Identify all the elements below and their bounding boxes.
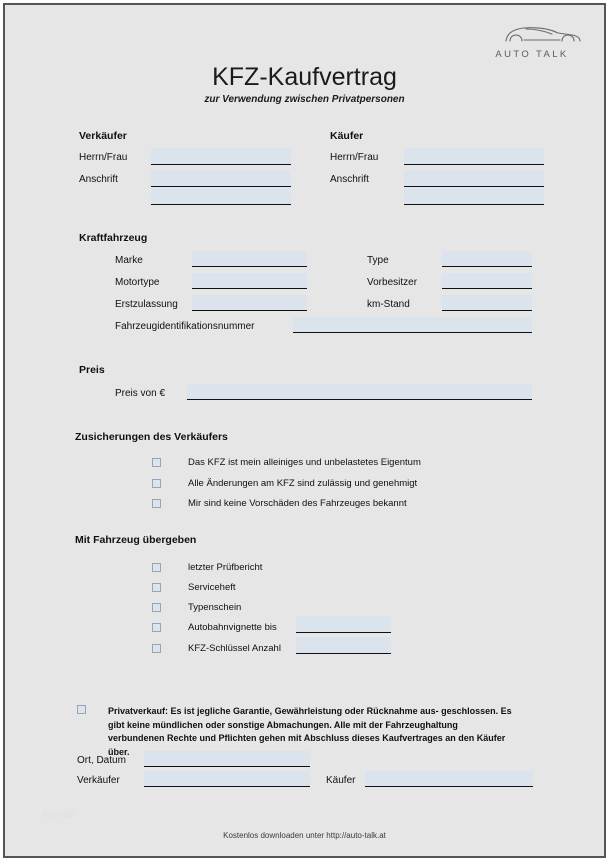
- document-page-frame: AUTO TALK KFZ-Kaufvertrag zur Verwendung…: [3, 3, 606, 858]
- vehicle-marke-input[interactable]: [192, 251, 307, 267]
- handover-label-4: KFZ-Schlüssel Anzahl: [188, 643, 281, 654]
- assurance-checkbox-0[interactable]: [152, 458, 161, 467]
- price-input[interactable]: [187, 384, 532, 400]
- handover-label-1: Serviceheft: [188, 582, 236, 593]
- vehicle-vin-label: Fahrzeugidentifikationsnummer: [115, 321, 255, 332]
- vehicle-motortype-input[interactable]: [192, 273, 307, 289]
- vehicle-type-input[interactable]: [442, 251, 532, 267]
- buyer-name-input[interactable]: [404, 148, 544, 165]
- price-heading: Preis: [79, 364, 105, 376]
- vehicle-vin-input[interactable]: [293, 317, 532, 333]
- handover-checkbox-4[interactable]: [152, 644, 161, 653]
- seller-name-input[interactable]: [151, 148, 291, 165]
- vehicle-type-label: Type: [367, 255, 389, 266]
- vehicle-motortype-label: Motortype: [115, 277, 160, 288]
- brand-name: AUTO TALK: [495, 49, 569, 60]
- handover-vignette-input[interactable]: [296, 616, 391, 633]
- document-sheet: AUTO TALK KFZ-Kaufvertrag zur Verwendung…: [5, 5, 604, 856]
- buyer-address-label: Anschrift: [330, 174, 369, 185]
- seller-address-line1-input[interactable]: [151, 170, 291, 187]
- handover-label-2: Typenschein: [188, 602, 242, 613]
- price-label: Preis von €: [115, 388, 166, 399]
- vehicle-vorbesitzer-label: Vorbesitzer: [367, 277, 418, 288]
- buyer-name-label: Herrn/Frau: [330, 152, 379, 163]
- assurance-label-2: Mir sind keine Vorschäden des Fahrzeuges…: [188, 498, 407, 509]
- place-date-label: Ort, Datum: [77, 755, 126, 766]
- seller-address-line2-input[interactable]: [151, 188, 291, 205]
- document-subtitle: zur Verwendung zwischen Privatpersonen: [204, 94, 405, 105]
- handover-keycount-input[interactable]: [296, 637, 391, 654]
- seller-address-label: Anschrift: [79, 174, 118, 185]
- buyer-address-line2-input[interactable]: [404, 188, 544, 205]
- buyer-signature-input[interactable]: [365, 771, 533, 787]
- page-watermark: eryweb: [43, 809, 76, 819]
- vehicle-marke-label: Marke: [115, 255, 143, 266]
- assurance-checkbox-1[interactable]: [152, 479, 161, 488]
- place-date-input[interactable]: [144, 751, 310, 767]
- buyer-heading: Käufer: [330, 130, 364, 142]
- document-title: KFZ-Kaufvertrag: [212, 63, 397, 91]
- seller-name-label: Herrn/Frau: [79, 152, 128, 163]
- seller-signature-label: Verkäufer: [77, 775, 120, 786]
- handover-checkbox-1[interactable]: [152, 583, 161, 592]
- assurances-heading: Zusicherungen des Verkäufers: [75, 431, 228, 443]
- handover-checkbox-0[interactable]: [152, 563, 161, 572]
- legal-consent-checkbox[interactable]: [77, 705, 86, 714]
- vehicle-km-label: km-Stand: [367, 299, 410, 310]
- vehicle-erstzulassung-label: Erstzulassung: [115, 299, 178, 310]
- car-outline-icon: [505, 27, 581, 42]
- footer-text: Kostenlos downloaden unter http://auto-t…: [223, 831, 386, 840]
- assurance-label-1: Alle Änderungen am KFZ sind zulässig und…: [188, 478, 418, 489]
- vehicle-vorbesitzer-input[interactable]: [442, 273, 532, 289]
- seller-signature-input[interactable]: [144, 771, 310, 787]
- handover-label-0: letzter Prüfbericht: [188, 562, 263, 573]
- seller-heading: Verkäufer: [79, 130, 127, 142]
- vehicle-heading: Kraftfahrzeug: [79, 232, 148, 244]
- buyer-signature-label: Käufer: [326, 775, 356, 786]
- vehicle-erstzulassung-input[interactable]: [192, 295, 307, 311]
- assurance-checkbox-2[interactable]: [152, 499, 161, 508]
- handover-checkbox-3[interactable]: [152, 623, 161, 632]
- handover-label-3: Autobahnvignette bis: [188, 622, 277, 633]
- buyer-address-line1-input[interactable]: [404, 170, 544, 187]
- handover-heading: Mit Fahrzeug übergeben: [75, 534, 197, 546]
- vehicle-km-input[interactable]: [442, 295, 532, 311]
- handover-checkbox-2[interactable]: [152, 603, 161, 612]
- assurance-label-0: Das KFZ ist mein alleiniges und unbelast…: [188, 457, 421, 468]
